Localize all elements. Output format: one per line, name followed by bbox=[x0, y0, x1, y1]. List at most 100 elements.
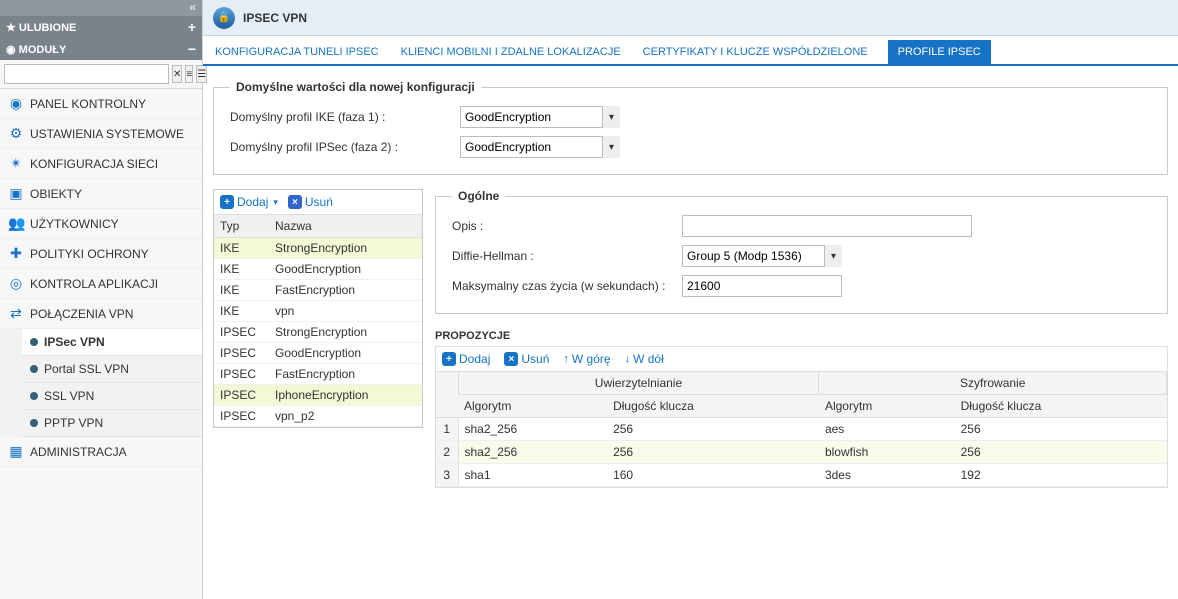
sidebar-item[interactable]: 👥 UŻYTKOWNICY bbox=[0, 209, 202, 239]
module-icon: ✚ bbox=[8, 245, 24, 262]
enc-alg: 3des bbox=[819, 464, 955, 487]
sidebar-search-input[interactable] bbox=[4, 64, 169, 84]
lock-icon: 🔒 bbox=[213, 7, 235, 29]
sidebar-subitem[interactable]: Portal SSL VPN bbox=[22, 356, 202, 383]
profile-name: StrongEncryption bbox=[269, 238, 422, 259]
proposal-row[interactable]: 3 sha1 160 3des 192 bbox=[436, 464, 1167, 487]
chevron-down-icon[interactable]: ▾ bbox=[602, 136, 620, 158]
col-enc-key: Długość klucza bbox=[955, 395, 1167, 418]
auth-key: 160 bbox=[607, 464, 819, 487]
arrow-down-icon: ↓ bbox=[625, 353, 631, 365]
profile-row[interactable]: IPSEC vpn_p2 bbox=[214, 406, 422, 427]
proposals-down-button[interactable]: ↓ W dół bbox=[625, 352, 664, 366]
sidebar-item-label: USTAWIENIA SYSTEMOWE bbox=[30, 127, 184, 141]
sidebar-item[interactable]: ⇄ POŁĄCZENIA VPN bbox=[0, 299, 202, 329]
module-icon: ▦ bbox=[8, 443, 24, 460]
col-group-enc: Szyfrowanie bbox=[819, 372, 1167, 395]
sidebar-item-label: OBIEKTY bbox=[30, 187, 82, 201]
sidebar-item[interactable]: ✚ POLITYKI OCHRONY bbox=[0, 239, 202, 269]
sidebar-subitem[interactable]: PPTP VPN bbox=[22, 410, 202, 437]
profiles-delete-button[interactable]: × Usuń bbox=[288, 195, 333, 209]
modules-header: ◉ MODUŁY − bbox=[0, 38, 202, 60]
sidebar-item-admin[interactable]: ▦ ADMINISTRACJA bbox=[0, 437, 202, 467]
module-icon: ▣ bbox=[8, 185, 24, 202]
profile-row[interactable]: IKE GoodEncryption bbox=[214, 259, 422, 280]
sidebar-subitem[interactable]: IPSec VPN bbox=[22, 329, 202, 356]
sidebar-subitem-label: PPTP VPN bbox=[44, 416, 103, 430]
main: 🔒 IPSEC VPN KONFIGURACJA TUNELI IPSEC KLI… bbox=[203, 0, 1178, 599]
sidebar-subitem[interactable]: SSL VPN bbox=[22, 383, 202, 410]
auth-alg: sha2_256 bbox=[458, 418, 607, 441]
sidebar-item[interactable]: ✴ KONFIGURACJA SIECI bbox=[0, 149, 202, 179]
page-title: IPSEC VPN bbox=[243, 11, 307, 25]
general-fieldset: Ogólne Opis : Diffie-Hellman : ▾ Maksyma… bbox=[435, 189, 1168, 314]
profiles-table: Typ Nazwa IKE StrongEncryptionIKE GoodEn… bbox=[214, 215, 422, 427]
tab[interactable]: CERTYFIKATY I KLUCZE WSPÓŁDZIELONE bbox=[641, 40, 870, 64]
sidebar-item-label: PANEL KONTROLNY bbox=[30, 97, 146, 111]
default-ike-combo[interactable] bbox=[460, 106, 620, 128]
list-view-icon[interactable]: ≡ bbox=[185, 65, 193, 83]
col-group-auth: Uwierzytelnianie bbox=[458, 372, 819, 395]
modules-toggle-icon[interactable]: − bbox=[188, 41, 196, 57]
sidebar-subitem-label: SSL VPN bbox=[44, 389, 94, 403]
favorites-header: ★ ULUBIONE + bbox=[0, 16, 202, 38]
proposals-heading: PROPOZYCJE bbox=[435, 330, 1168, 342]
content: + Dodaj▾ × Usuń Typ Nazwa IKE StrongEncr… bbox=[203, 175, 1178, 599]
profile-type: IKE bbox=[214, 238, 269, 259]
proposals-delete-button[interactable]: × Usuń bbox=[504, 352, 549, 366]
desc-label: Opis : bbox=[452, 219, 682, 233]
plus-icon: + bbox=[442, 352, 456, 366]
profile-row[interactable]: IPSEC GoodEncryption bbox=[214, 343, 422, 364]
chevron-down-icon[interactable]: ▾ bbox=[602, 106, 620, 128]
sidebar-item[interactable]: ▣ OBIEKTY bbox=[0, 179, 202, 209]
dh-combo[interactable] bbox=[682, 245, 842, 267]
col-enc-alg: Algorytm bbox=[819, 395, 955, 418]
sidebar-item[interactable]: ◉ PANEL KONTROLNY bbox=[0, 89, 202, 119]
profile-row[interactable]: IPSEC IphoneEncryption bbox=[214, 385, 422, 406]
profile-name: IphoneEncryption bbox=[269, 385, 422, 406]
module-icon: 👥 bbox=[8, 215, 24, 232]
profiles-add-button[interactable]: + Dodaj▾ bbox=[220, 195, 278, 209]
favorites-add-icon[interactable]: + bbox=[188, 19, 196, 35]
lifetime-label: Maksymalny czas życia (w sekundach) : bbox=[452, 279, 682, 293]
profile-row[interactable]: IKE FastEncryption bbox=[214, 280, 422, 301]
sidebar-item[interactable]: ⚙ USTAWIENIA SYSTEMOWE bbox=[0, 119, 202, 149]
enc-key: 192 bbox=[955, 464, 1167, 487]
sidebar-item-label: KONTROLA APLIKACJI bbox=[30, 277, 158, 291]
bullet-icon bbox=[30, 392, 38, 400]
tab[interactable]: KONFIGURACJA TUNELI IPSEC bbox=[213, 40, 381, 64]
proposal-row[interactable]: 2 sha2_256 256 blowfish 256 bbox=[436, 441, 1167, 464]
sidebar-item-label: POŁĄCZENIA VPN bbox=[30, 307, 133, 321]
tab[interactable]: KLIENCI MOBILNI I ZDALNE LOKALIZACJE bbox=[399, 40, 623, 64]
auth-key: 256 bbox=[607, 441, 819, 464]
arrow-up-icon: ↑ bbox=[563, 353, 569, 365]
proposals-up-button[interactable]: ↑ W górę bbox=[563, 352, 610, 366]
profile-row[interactable]: IKE vpn bbox=[214, 301, 422, 322]
sidebar-item-label: ADMINISTRACJA bbox=[30, 445, 127, 459]
plus-icon: + bbox=[220, 195, 234, 209]
bullet-icon bbox=[30, 338, 38, 346]
profile-name: vpn_p2 bbox=[269, 406, 422, 427]
search-clear-icon[interactable]: ✕ bbox=[172, 65, 182, 83]
sidebar-collapse[interactable]: « bbox=[0, 0, 202, 16]
module-icon: ⇄ bbox=[8, 305, 24, 322]
row-index: 2 bbox=[436, 441, 458, 464]
profile-row[interactable]: IKE StrongEncryption bbox=[214, 238, 422, 259]
sidebar-item[interactable]: ◎ KONTROLA APLIKACJI bbox=[0, 269, 202, 299]
profile-row[interactable]: IPSEC StrongEncryption bbox=[214, 322, 422, 343]
profile-type: IPSEC bbox=[214, 364, 269, 385]
proposals-add-button[interactable]: + Dodaj bbox=[442, 352, 490, 366]
general-legend: Ogólne bbox=[452, 189, 505, 203]
module-icon: ⚙ bbox=[8, 125, 24, 142]
proposals-table: Uwierzytelnianie Szyfrowanie Algorytm Dł… bbox=[436, 372, 1167, 487]
profile-type: IKE bbox=[214, 280, 269, 301]
default-ike-label: Domyślny profil IKE (faza 1) : bbox=[230, 110, 460, 124]
chevron-down-icon[interactable]: ▾ bbox=[824, 245, 842, 267]
default-ipsec-combo[interactable] bbox=[460, 136, 620, 158]
profile-row[interactable]: IPSEC FastEncryption bbox=[214, 364, 422, 385]
bullet-icon bbox=[30, 419, 38, 427]
desc-input[interactable] bbox=[682, 215, 972, 237]
tab[interactable]: PROFILE IPSEC bbox=[888, 40, 991, 64]
proposal-row[interactable]: 1 sha2_256 256 aes 256 bbox=[436, 418, 1167, 441]
lifetime-input[interactable] bbox=[682, 275, 842, 297]
